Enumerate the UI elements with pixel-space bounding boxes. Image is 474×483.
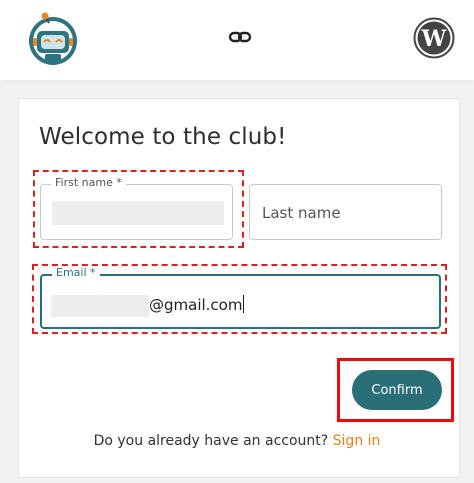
annotation-highlight-confirm bbox=[337, 358, 454, 422]
wordpress-icon[interactable]: W bbox=[413, 17, 455, 59]
account-prompt-text: Do you already have an account? bbox=[93, 433, 329, 449]
annotation-dashed-box-first-name bbox=[33, 170, 244, 248]
last-name-field[interactable]: Last name bbox=[249, 184, 442, 240]
link-icon[interactable] bbox=[227, 26, 253, 48]
robot-logo-icon[interactable] bbox=[27, 11, 79, 67]
page-title: Welcome to the club! bbox=[39, 124, 287, 150]
sign-in-link[interactable]: Sign in bbox=[333, 433, 381, 449]
last-name-placeholder: Last name bbox=[262, 204, 341, 222]
account-prompt: Do you already have an account? Sign in bbox=[0, 433, 474, 449]
svg-text:W: W bbox=[421, 26, 447, 52]
annotation-dashed-box-email bbox=[32, 264, 447, 334]
top-bar: W bbox=[0, 0, 474, 80]
